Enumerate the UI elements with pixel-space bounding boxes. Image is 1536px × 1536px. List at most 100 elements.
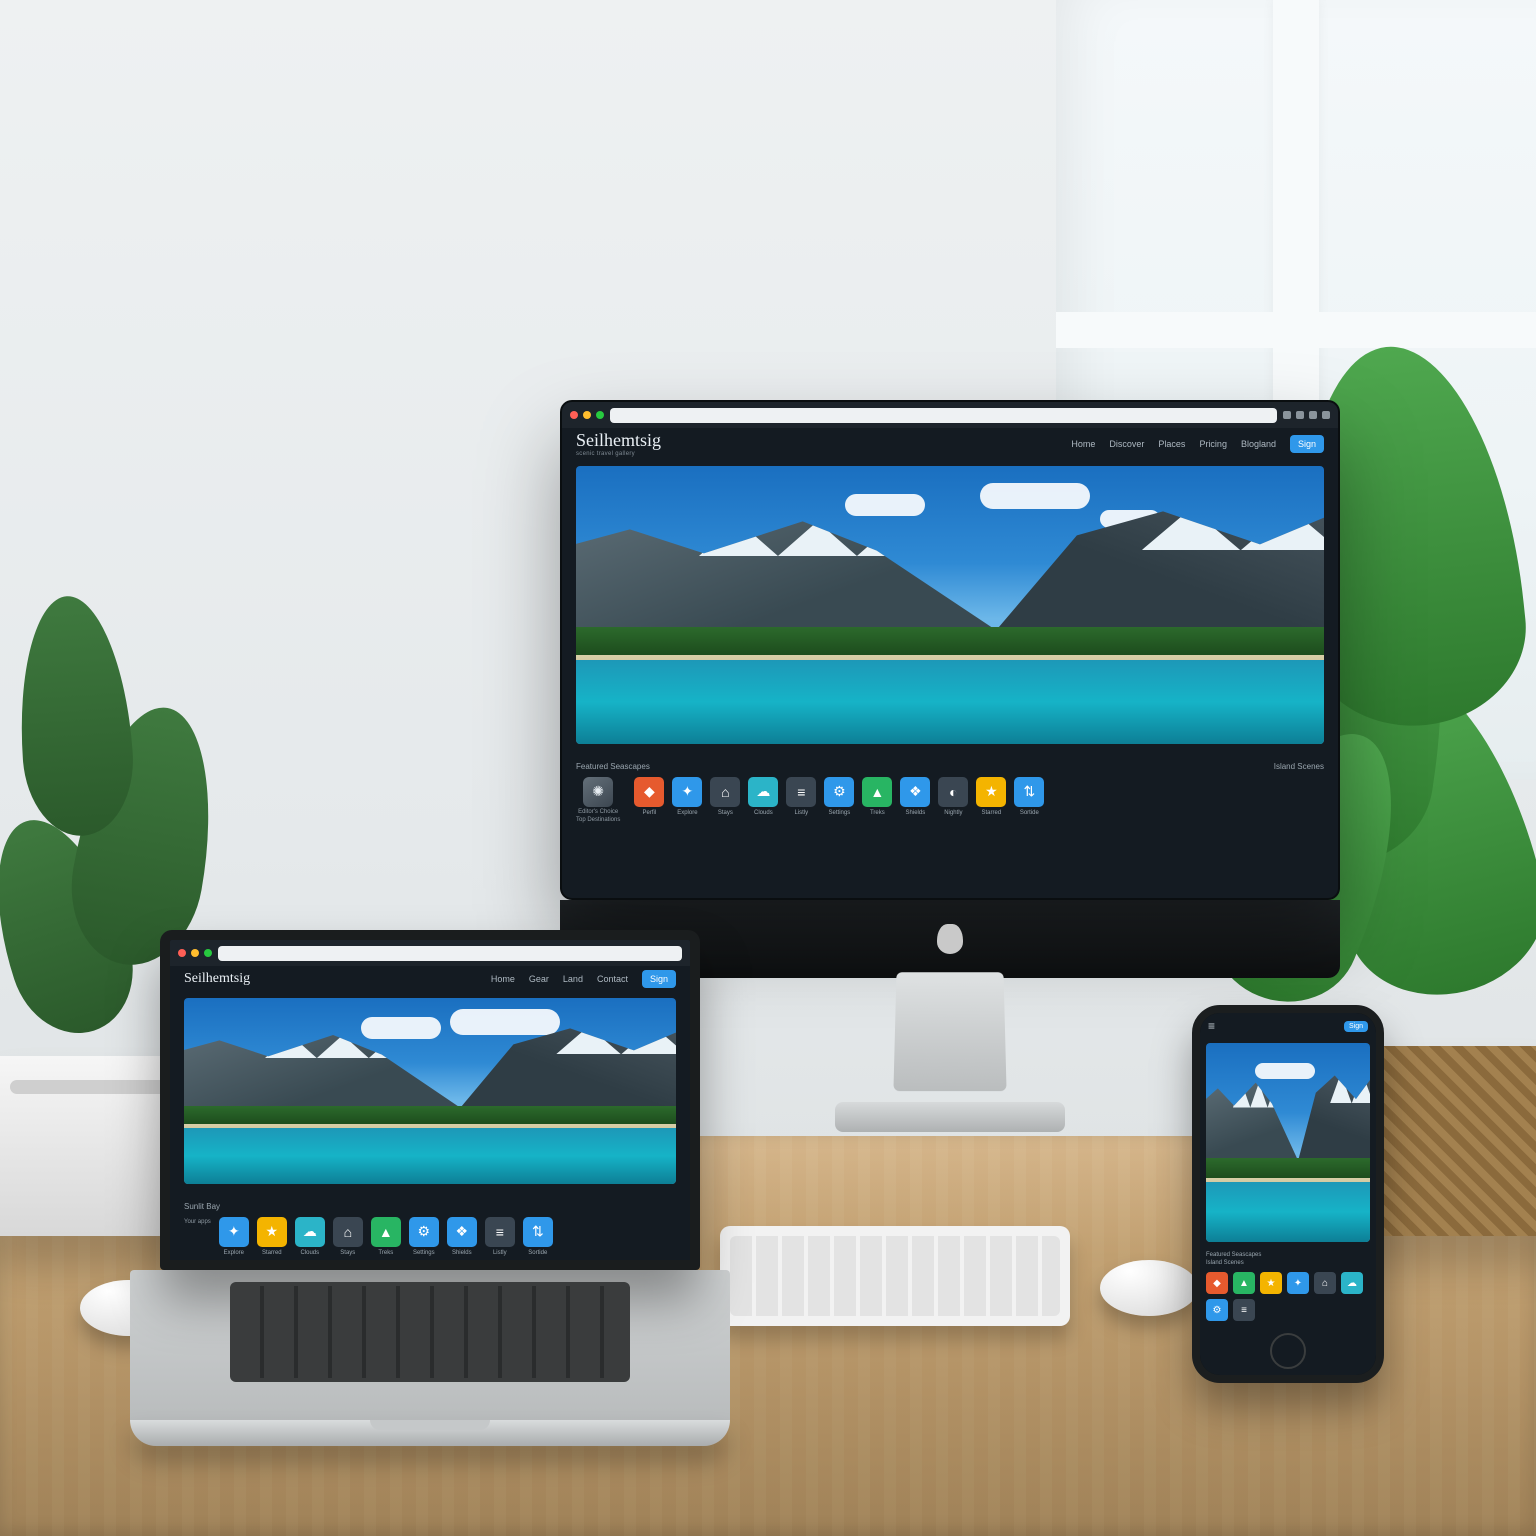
app-tile[interactable]: ❖Shields (447, 1217, 477, 1256)
app-tile[interactable]: ⇅Sortide (523, 1217, 553, 1256)
app-tile[interactable]: ⌂ (1314, 1272, 1336, 1294)
tile-icon: ◆ (1206, 1272, 1228, 1294)
cta-button[interactable]: Sign (1344, 1021, 1368, 1032)
app-tile[interactable]: ⇅Sortide (1014, 777, 1044, 816)
tile-icon: ❖ (447, 1217, 477, 1247)
tile-icon: ✦ (219, 1217, 249, 1247)
nav-link[interactable]: Places (1158, 439, 1185, 449)
bottom-bar: Featured Seascapes Island Scenes ✺ Edito… (562, 754, 1338, 833)
app-tile[interactable]: ⚙Settings (824, 777, 854, 816)
apps-label: Your apps (184, 1219, 211, 1225)
bottom-bar: Sunlit Bay Your apps ✦Explore★Starred☁Cl… (170, 1194, 690, 1266)
tile-label: Treks (870, 810, 885, 816)
tile-label: Settings (829, 810, 851, 816)
tile-icon: ⚙ (1206, 1299, 1228, 1321)
app-tile[interactable]: ☁ Clouds (748, 777, 778, 816)
menu-icon[interactable]: ≡ (1208, 1019, 1215, 1033)
app-tile[interactable]: ⌂Stays (333, 1217, 363, 1256)
macbook-keyboard (130, 1270, 730, 1420)
app-tile[interactable]: ✦ Explore (219, 1217, 249, 1256)
section-title-left: Featured Seascapes (576, 762, 650, 771)
brand-logo[interactable]: Seilhemtsig (184, 972, 250, 986)
nav-link[interactable]: Land (563, 974, 583, 984)
top-nav: ≡ Sign (1200, 1013, 1376, 1039)
section-title-right: Island Scenes (1274, 762, 1324, 771)
app-tile[interactable]: ◆Perfil (634, 777, 664, 816)
app-tile[interactable]: ✦ (1287, 1272, 1309, 1294)
tile-icon: ≡ (485, 1217, 515, 1247)
tile-label: Explore (224, 1250, 244, 1256)
app-tile[interactable]: ★Starred (257, 1217, 287, 1256)
app-tile[interactable]: ⚙Settings (409, 1217, 439, 1256)
tile-icon: ▲ (371, 1217, 401, 1247)
app-tile[interactable]: ❖Shields (900, 777, 930, 816)
section-title-right: Island Scenes (1206, 1260, 1370, 1266)
cta-button[interactable]: Sign (1290, 435, 1324, 453)
tile-label: Listly (493, 1250, 507, 1256)
nav-links: Home Gear Land Contact Sign (491, 970, 676, 988)
tile-icon: ✦ (1287, 1272, 1309, 1294)
nav-link[interactable]: Home (1071, 439, 1095, 449)
tile-label: Sortide (1020, 810, 1039, 816)
app-tile[interactable]: ☁ (1341, 1272, 1363, 1294)
tiles-row: ✦ Explore ★Starred ☁Clouds ⌂Stays ▲Treks ⚙Sett… (219, 1217, 553, 1256)
tile-label: Sortide (528, 1250, 547, 1256)
tile-label: Stays (718, 810, 733, 816)
nav-link[interactable]: Contact (597, 974, 628, 984)
min-dot-icon[interactable] (583, 411, 591, 419)
tile-label: Explore (677, 810, 697, 816)
window-controls[interactable] (178, 949, 212, 957)
tiles-row: ◆Perfil ✦Explore ⌂Stays ☁ Clouds ≡Listly ⚙Sett… (634, 777, 1044, 816)
app-tile[interactable]: ★ (1260, 1272, 1282, 1294)
brand-logo[interactable]: Seilhemtsig (576, 431, 661, 449)
app-tile[interactable]: ≡Listly (786, 777, 816, 816)
top-nav: Seilhemtsig Home Gear Land Contact Sign (170, 966, 690, 992)
tile-icon: ☁ (1341, 1272, 1363, 1294)
section-title-left: Featured Seascapes (1206, 1252, 1370, 1258)
imac-display: Seilhemtsig scenic travel gallery Home Di… (560, 400, 1340, 900)
app-tile[interactable]: ★Starred (976, 777, 1006, 816)
app-tile[interactable]: ✦Explore (672, 777, 702, 816)
browser-bar (562, 402, 1338, 428)
max-dot-icon[interactable] (596, 411, 604, 419)
nav-link[interactable]: Home (491, 974, 515, 984)
nav-link[interactable]: Discover (1109, 439, 1144, 449)
tile-icon: ⚙ (409, 1217, 439, 1247)
home-button[interactable] (1270, 1333, 1306, 1369)
nav-link[interactable]: Blogland (1241, 439, 1276, 449)
app-tile[interactable]: ⌂Stays (710, 777, 740, 816)
nav-link[interactable]: Pricing (1199, 439, 1227, 449)
tile-icon: ⌂ (1314, 1272, 1336, 1294)
badge-icon: ✺ (583, 777, 613, 807)
close-dot-icon[interactable] (570, 411, 578, 419)
app-tile[interactable]: ▲Treks (371, 1217, 401, 1256)
nav-link[interactable]: Gear (529, 974, 549, 984)
window-controls[interactable] (570, 411, 604, 419)
cta-button[interactable]: Sign (642, 970, 676, 988)
app-tile[interactable]: ⚙ (1206, 1299, 1228, 1321)
hero-image (576, 466, 1324, 744)
tile-label: Clouds (754, 810, 773, 816)
app-tile[interactable]: ▲ (1233, 1272, 1255, 1294)
imac-stand (870, 978, 1030, 1128)
tile-icon: ★ (976, 777, 1006, 807)
app-tile[interactable]: ≡ Listly (485, 1217, 515, 1256)
app-tile[interactable]: ☁Clouds (295, 1217, 325, 1256)
tile-icon: ☁ (748, 777, 778, 807)
app-tile[interactable]: ◆ (1206, 1272, 1228, 1294)
max-dot-icon[interactable] (204, 949, 212, 957)
close-dot-icon[interactable] (178, 949, 186, 957)
app-tile[interactable]: ≡ (1233, 1299, 1255, 1321)
url-bar[interactable] (610, 408, 1277, 423)
tile-label: Clouds (300, 1250, 319, 1256)
brand-subtitle: scenic travel gallery (576, 451, 661, 457)
app-tile[interactable]: ▲Treks (862, 777, 892, 816)
mouse-right (1100, 1260, 1198, 1316)
app-tile[interactable]: ◐Nightly (938, 777, 968, 816)
tile-icon: ◐ (938, 777, 968, 807)
min-dot-icon[interactable] (191, 949, 199, 957)
browser-sys-icons (1283, 411, 1330, 419)
tile-label: Perfil (643, 810, 657, 816)
website-laptop: Seilhemtsig HomeGearLandContactSign Sunl… (170, 940, 690, 1260)
url-bar[interactable] (218, 946, 682, 961)
